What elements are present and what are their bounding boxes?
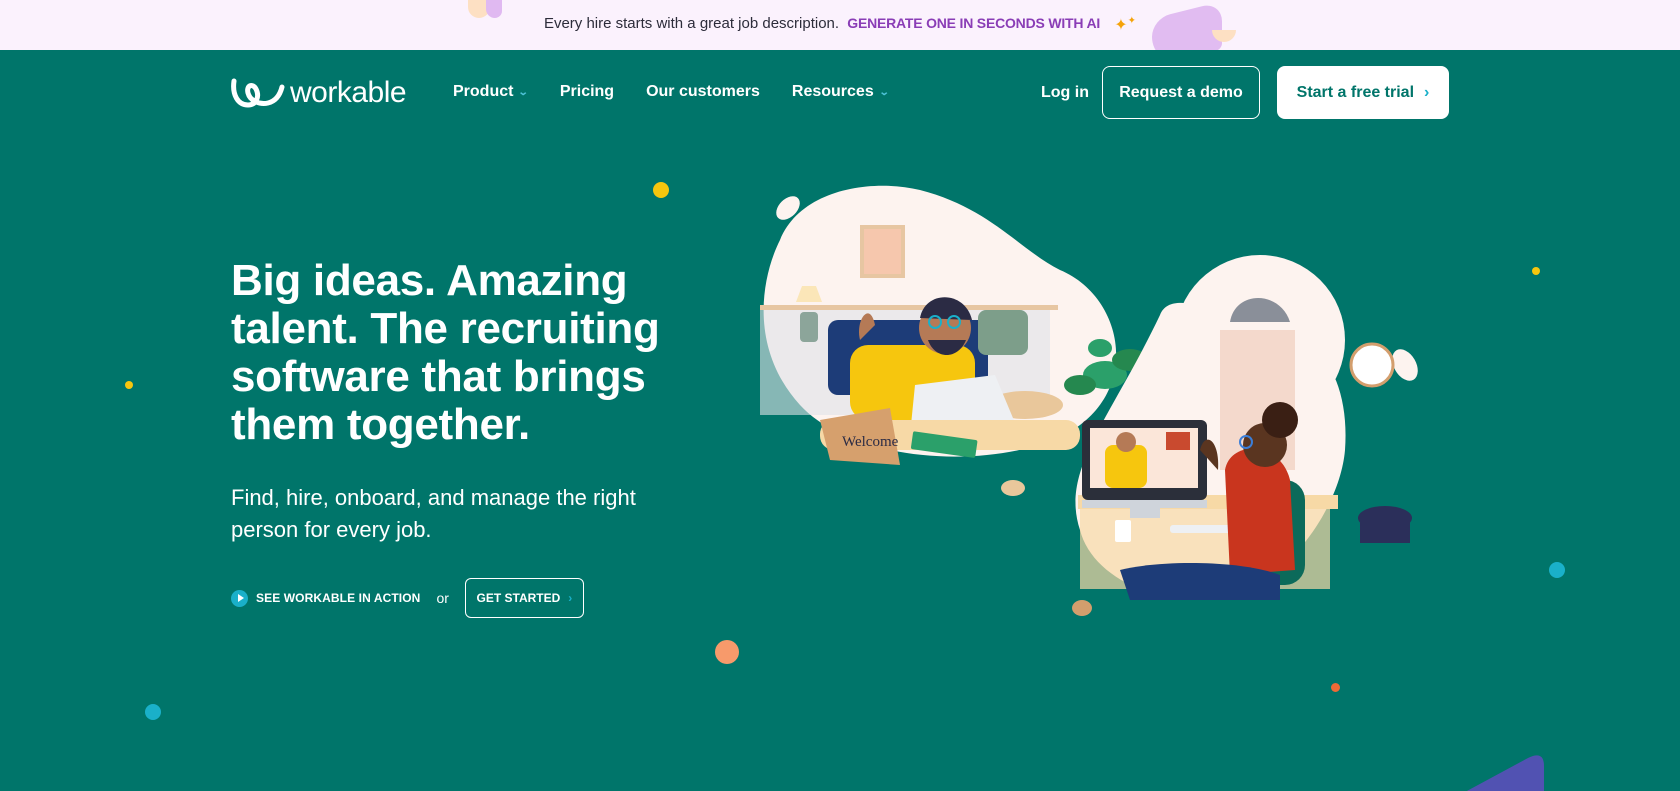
login-link[interactable]: Log in	[1041, 84, 1089, 102]
decorative-triangle	[1466, 755, 1544, 791]
decorative-dot	[125, 381, 133, 389]
workable-logo[interactable]: workable	[230, 76, 407, 110]
decorative-dot	[653, 182, 669, 198]
play-icon	[231, 589, 248, 607]
start-free-trial-button[interactable]: Start a free trial ›	[1277, 66, 1449, 119]
nav-item-product[interactable]: Product ⌄	[453, 83, 530, 101]
hero-subtitle: Find, hire, onboard, and manage the righ…	[231, 485, 636, 542]
nav-item-label: Our customers	[646, 83, 760, 100]
decorative-dot	[1331, 683, 1340, 692]
hero-cta-row: SEE WORKABLE IN ACTION or GET STARTED ›	[231, 578, 584, 618]
home-scene: Welcome	[760, 185, 1117, 465]
decorative-dot	[1532, 267, 1540, 275]
announcement-message-row: Every hire starts with a great job descr…	[0, 15, 1680, 35]
workable-logo-icon	[231, 78, 285, 108]
nav-item-pricing[interactable]: Pricing	[560, 83, 614, 101]
chevron-right-icon: ›	[1424, 83, 1430, 101]
hero-title: Big ideas. Amazing talent. The recruitin…	[231, 256, 660, 449]
decorative-dot	[145, 704, 161, 720]
link-label: SEE WORKABLE IN ACTION	[256, 591, 421, 605]
announcement-bar: Every hire starts with a great job descr…	[0, 0, 1680, 50]
see-workable-in-action-link[interactable]: SEE WORKABLE IN ACTION	[231, 589, 421, 607]
button-label: GET STARTED	[476, 591, 561, 605]
decorative-dot	[1549, 562, 1565, 578]
nav-item-label: Product	[453, 83, 514, 100]
button-label: Start a free trial	[1296, 83, 1415, 101]
hero-illustration: Welcome	[760, 185, 1418, 616]
main-nav: workable Product ⌄ Pricing Our customers…	[0, 50, 1680, 134]
nav-item-resources[interactable]: Resources ⌄	[791, 83, 890, 101]
logo-wordmark: workable	[290, 76, 407, 109]
or-separator: or	[436, 590, 449, 606]
office-scene	[1075, 255, 1418, 600]
nav-item-label: Pricing	[559, 83, 615, 100]
nav-item-label: Resources	[791, 83, 874, 100]
nav-links: Product ⌄ Pricing Our customers Resource…	[453, 83, 890, 101]
get-started-button[interactable]: GET STARTED ›	[464, 578, 584, 618]
sparkle-icon: ✦✦	[1114, 15, 1137, 34]
chevron-down-icon: ⌄	[518, 86, 530, 98]
chevron-right-icon: ›	[568, 591, 573, 605]
decorative-dot	[715, 640, 739, 664]
nav-item-our-customers[interactable]: Our customers	[646, 83, 760, 101]
chevron-down-icon: ⌄	[878, 86, 890, 98]
generate-ai-link[interactable]: GENERATE ONE IN SECONDS WITH AI	[847, 15, 1100, 31]
announcement-text: Every hire starts with a great job descr…	[543, 15, 840, 32]
request-demo-button[interactable]: Request a demo	[1102, 66, 1260, 119]
welcome-box-label: Welcome	[842, 434, 899, 450]
